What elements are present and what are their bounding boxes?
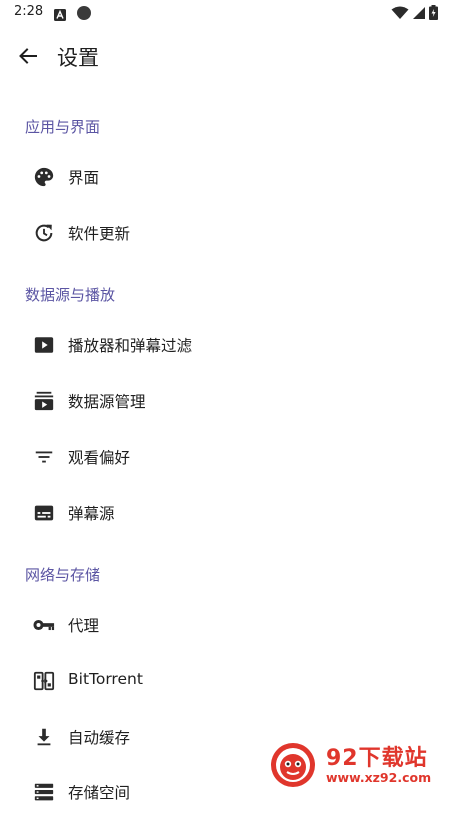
pref-label: 播放器和弹幕过滤: [68, 337, 193, 355]
battery-icon: [429, 5, 438, 24]
cellular-signal-icon: [412, 5, 426, 24]
pref-item-interface[interactable]: 界面: [0, 153, 450, 201]
a-badge-icon: [54, 6, 66, 25]
pref-label: 自动缓存: [68, 729, 131, 747]
app-bar: 设置: [0, 30, 450, 84]
pref-label: 观看偏好: [68, 449, 131, 467]
pref-item-danmaku-source[interactable]: 弹幕源: [0, 489, 450, 537]
download-icon: [32, 725, 56, 749]
wifi-icon: [391, 5, 409, 24]
pref-label: 代理: [68, 617, 100, 635]
status-left-icons: [54, 5, 92, 25]
pref-label: 数据源管理: [68, 393, 146, 411]
arrow-back-icon: [18, 46, 38, 70]
subscriptions-icon: [32, 389, 56, 413]
watermark-title: 92下载站: [326, 746, 428, 771]
watermark: 92下载站 www.xz92.com: [262, 738, 446, 794]
page-title: 设置: [57, 46, 99, 70]
palette-icon: [32, 165, 56, 189]
pref-item-source-management[interactable]: 数据源管理: [0, 377, 450, 425]
update-icon: [32, 221, 56, 245]
bittorrent-icon: [32, 669, 56, 693]
section-header-app-ui: 应用与界面: [25, 118, 101, 136]
section-header-network-storage: 网络与存储: [25, 566, 101, 584]
status-right-icons: [391, 5, 438, 24]
pref-item-watch-preference[interactable]: 观看偏好: [0, 433, 450, 481]
watermark-url: www.xz92.com: [326, 770, 432, 785]
pref-item-player-filter[interactable]: 播放器和弹幕过滤: [0, 321, 450, 369]
circle-dot-icon: [76, 5, 92, 25]
key-icon: [32, 613, 56, 637]
status-bar: 2:28: [0, 0, 450, 26]
pref-label: BitTorrent: [68, 670, 143, 688]
status-time: 2:28: [14, 4, 44, 19]
pref-label: 软件更新: [68, 225, 131, 243]
pref-item-bittorrent[interactable]: BitTorrent: [0, 657, 450, 705]
pref-item-software-update[interactable]: 软件更新: [0, 209, 450, 257]
storage-icon: [32, 780, 56, 804]
play-box-icon: [32, 333, 56, 357]
subtitles-icon: [32, 501, 56, 525]
pref-item-proxy[interactable]: 代理: [0, 601, 450, 649]
back-button[interactable]: [14, 44, 42, 72]
filter-list-icon: [32, 445, 56, 469]
pref-label: 界面: [68, 169, 100, 187]
pref-label: 弹幕源: [68, 505, 115, 523]
section-header-data-source: 数据源与播放: [25, 286, 116, 304]
monkey-logo-icon: [268, 740, 318, 790]
